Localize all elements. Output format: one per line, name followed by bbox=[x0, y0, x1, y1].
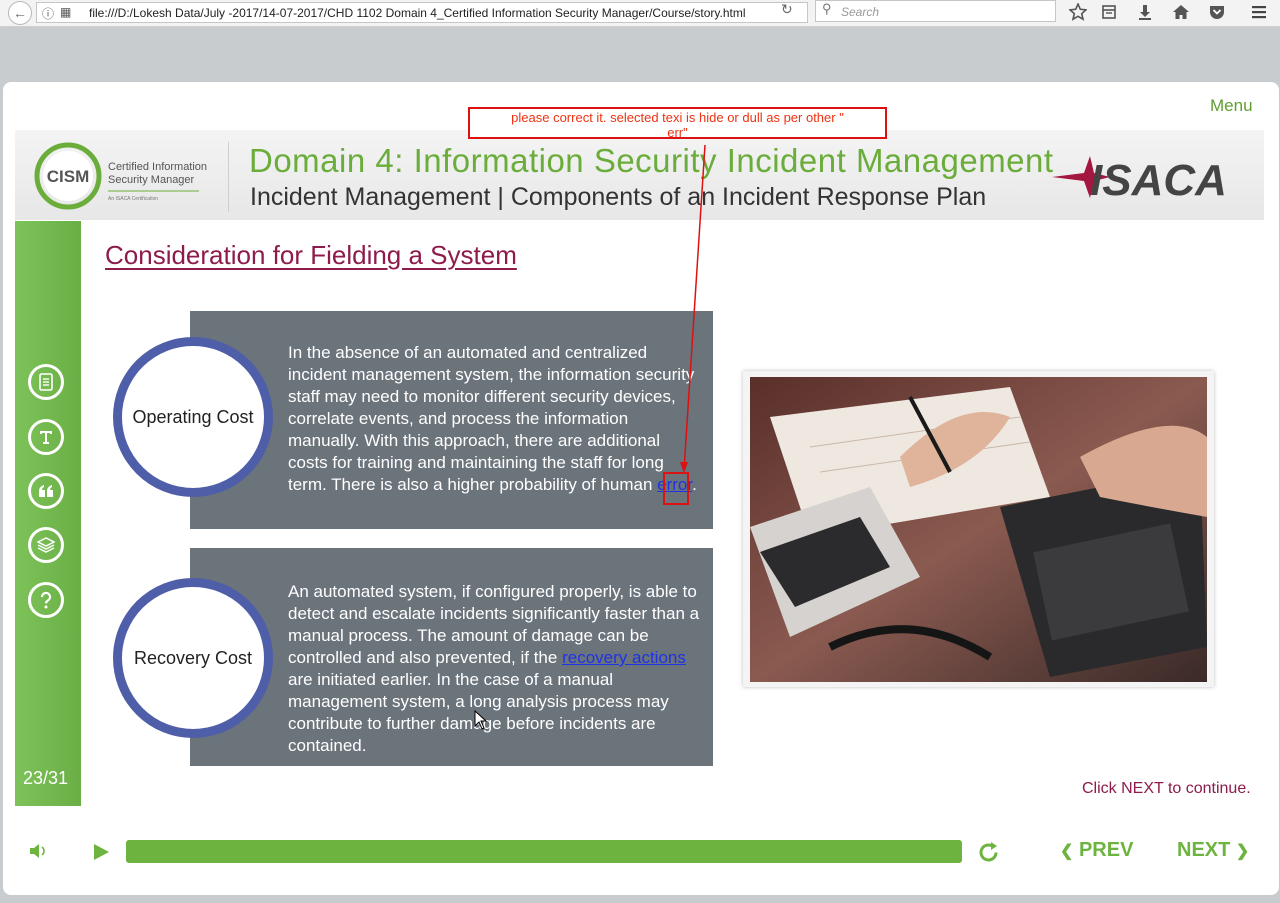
cism-line2: Security Manager bbox=[108, 174, 195, 186]
annotation-line1: please correct it. selected texi is hide… bbox=[511, 110, 844, 125]
download-icon[interactable] bbox=[1132, 0, 1158, 24]
search-icon: ⚲ bbox=[822, 1, 832, 16]
replay-icon[interactable] bbox=[976, 840, 1001, 865]
review-annotation: please correct it. selected texi is hide… bbox=[468, 107, 887, 140]
quote-icon[interactable] bbox=[28, 473, 64, 509]
volume-icon[interactable] bbox=[28, 841, 50, 861]
search-placeholder: Search bbox=[841, 5, 880, 19]
operating-cost-badge: Operating Cost bbox=[113, 337, 273, 497]
page-icon: ▦ bbox=[60, 5, 72, 19]
course-title: Domain 4: Information Security Incident … bbox=[249, 142, 1054, 179]
hamburger-icon[interactable] bbox=[1246, 0, 1272, 24]
cism-line1: Certified Information bbox=[108, 161, 207, 173]
star-icon[interactable] bbox=[1065, 0, 1091, 24]
continue-hint: Click NEXT to continue. bbox=[1082, 780, 1251, 797]
reload-icon[interactable]: ↻ bbox=[781, 1, 793, 18]
recovery-cost-text: An automated system, if configured prope… bbox=[288, 581, 700, 757]
slide-title: Consideration for Fielding a System bbox=[105, 240, 517, 270]
operating-cost-label: Operating Cost bbox=[132, 406, 254, 427]
isaca-wordmark: ISACA bbox=[1090, 156, 1227, 205]
prev-button[interactable]: ❮ PREV bbox=[1060, 839, 1133, 862]
next-button[interactable]: NEXT ❯ bbox=[1177, 839, 1249, 862]
reader-icon[interactable] bbox=[1096, 0, 1122, 24]
course-subtitle: Incident Management | Components of an I… bbox=[250, 183, 987, 211]
mouse-cursor-icon bbox=[474, 710, 488, 730]
prev-label[interactable]: PREV bbox=[1079, 839, 1133, 861]
operating-cost-text: In the absence of an automated and centr… bbox=[288, 342, 700, 496]
recovery-cost-badge: Recovery Cost bbox=[113, 578, 273, 738]
header-divider bbox=[228, 142, 229, 212]
menu-button[interactable]: Menu bbox=[1210, 96, 1253, 116]
cism-logo: CISM Certified Information Security Mana… bbox=[34, 142, 207, 210]
pocket-icon[interactable] bbox=[1204, 0, 1230, 24]
back-icon[interactable]: ← bbox=[8, 1, 32, 25]
resources-icon[interactable] bbox=[28, 527, 64, 563]
url-text[interactable]: file:///D:/Lokesh Data/July -2017/14-07-… bbox=[89, 6, 746, 20]
page-counter: 23/31 bbox=[23, 768, 69, 788]
error-link-part1[interactable]: erro bbox=[657, 475, 687, 494]
annotation-line2: err" bbox=[667, 125, 688, 140]
cism-mark: CISM bbox=[47, 167, 90, 186]
info-icon[interactable]: ⓘ bbox=[42, 5, 54, 22]
recovery-cost-label: Recovery Cost bbox=[133, 647, 253, 668]
chevron-left-icon: ❮ bbox=[1060, 843, 1074, 860]
calculator-photo bbox=[743, 371, 1214, 687]
isaca-logo: ISACA bbox=[1052, 156, 1227, 205]
next-label[interactable]: NEXT bbox=[1177, 839, 1230, 861]
transcript-icon[interactable] bbox=[28, 419, 64, 455]
search-input[interactable]: ⚲ Search bbox=[815, 0, 1056, 22]
calculator-photo-image bbox=[750, 377, 1207, 682]
sidebar bbox=[15, 221, 81, 806]
operating-cost-text-end: . bbox=[692, 475, 697, 494]
url-bar[interactable]: ⓘ ▦ file:///D:/Lokesh Data/July -2017/14… bbox=[36, 2, 808, 23]
operating-cost-text-body: In the absence of an automated and centr… bbox=[288, 343, 695, 494]
help-icon[interactable] bbox=[28, 582, 64, 618]
home-icon[interactable] bbox=[1168, 0, 1194, 24]
cism-tagline: An ISACA Certification bbox=[108, 196, 158, 202]
progress-bar[interactable] bbox=[126, 840, 962, 863]
recovery-actions-link[interactable]: recovery actions bbox=[562, 648, 686, 667]
browser-toolbar: ← ⓘ ▦ file:///D:/Lokesh Data/July -2017/… bbox=[0, 0, 1280, 27]
play-icon[interactable] bbox=[92, 843, 110, 861]
notes-icon[interactable] bbox=[28, 364, 64, 400]
error-link[interactable]: error bbox=[657, 475, 692, 494]
chevron-right-icon: ❯ bbox=[1235, 843, 1250, 860]
